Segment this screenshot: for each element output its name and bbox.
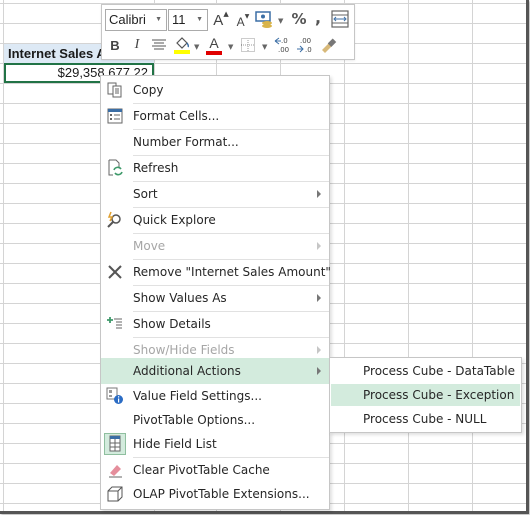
menu-item-label: Remove "Internet Sales Amount" (133, 265, 331, 279)
menu-item-refresh[interactable]: Refresh (101, 155, 329, 181)
font-color-icon: A (209, 34, 219, 51)
font-color-swatch (206, 50, 222, 55)
font-color-button[interactable]: A (206, 35, 222, 55)
menu-item-label: Show Values As (133, 291, 227, 305)
menu-item-label: Move (133, 239, 166, 253)
format-cells-icon (107, 108, 123, 124)
center-align-button[interactable] (151, 36, 167, 54)
submenu-item-process-cube-exception[interactable]: Process Cube - Exception (331, 384, 520, 406)
submenu-item-process-cube-null[interactable]: Process Cube - NULL (331, 408, 520, 430)
submenu-arrow-icon (317, 367, 321, 375)
field-list-icon (104, 433, 126, 455)
column-divider (472, 0, 473, 511)
menu-item-additional-actions[interactable]: Additional Actions (101, 358, 329, 384)
chevron-down-icon: ▼ (196, 16, 203, 23)
menu-item-sort[interactable]: Sort (101, 181, 329, 207)
decrease-font-icon: A (236, 15, 245, 29)
chevron-down-icon[interactable]: ▼ (194, 43, 199, 51)
svg-text:.00: .00 (300, 37, 311, 45)
font-name-value: Calibri (109, 12, 146, 27)
menu-item-label: Value Field Settings... (133, 389, 262, 403)
svg-text:.0: .0 (281, 37, 288, 45)
font-size-dropdown[interactable]: 11 ▼ (168, 9, 208, 31)
italic-button[interactable]: I (129, 36, 145, 54)
menu-item-label: Show Details (133, 317, 211, 331)
additional-actions-submenu: Process Cube - DataTable Process Cube - … (329, 357, 522, 433)
fill-color-button[interactable] (173, 35, 191, 55)
menu-item-olap-pivottable-extensions[interactable]: OLAP PivotTable Extensions... (101, 481, 329, 507)
menu-item-label: Refresh (133, 161, 179, 175)
column-divider (408, 0, 409, 511)
accounting-format-button[interactable] (255, 9, 275, 29)
quick-explore-icon (107, 211, 121, 228)
submenu-arrow-icon (317, 346, 321, 354)
menu-item-remove[interactable]: Remove "Internet Sales Amount" (101, 259, 331, 285)
menu-item-label: Number Format... (133, 135, 239, 149)
menu-item-label: Quick Explore (133, 213, 216, 227)
decrease-decimal-icon: .00 .0 (297, 37, 312, 54)
increase-decimal-icon: .0 .00 (274, 37, 289, 54)
eraser-icon (109, 465, 122, 478)
menu-item-quick-explore[interactable]: Quick Explore (101, 207, 329, 233)
chevron-down-icon[interactable]: ▼ (228, 43, 233, 51)
column-divider (344, 0, 345, 511)
svg-text:.00: .00 (278, 46, 289, 54)
decrease-decimal-button[interactable]: .00 .0 (296, 36, 314, 54)
menu-item-number-format[interactable]: Number Format... (101, 129, 329, 155)
chevron-down-icon: ▼ (155, 16, 162, 23)
chevron-down-icon[interactable]: ▼ (262, 43, 267, 51)
format-painter-icon (322, 38, 337, 53)
menu-item-label: Copy (133, 83, 164, 97)
copy-icon (107, 82, 122, 98)
remove-icon (108, 265, 122, 279)
menu-item-label: Format Cells... (133, 109, 220, 123)
font-name-dropdown[interactable]: Calibri ▼ (105, 9, 167, 31)
submenu-arrow-icon (317, 190, 321, 198)
context-menu: Copy Format Cells... Number Format... Re… (100, 75, 331, 510)
menu-item-format-cells[interactable]: Format Cells... (101, 103, 329, 129)
align-center-icon (152, 39, 166, 50)
menu-item-clear-pivottable-cache[interactable]: Clear PivotTable Cache (101, 457, 329, 483)
increase-font-size-button[interactable]: A ▲ (212, 10, 230, 29)
menu-item-show-details[interactable]: Show Details (101, 311, 329, 337)
increase-decimal-button[interactable]: .0 .00 (274, 36, 292, 54)
menu-item-label: Sort (133, 187, 158, 201)
show-details-icon (107, 317, 122, 329)
format-painter-button[interactable] (320, 36, 338, 54)
menu-item-copy[interactable]: Copy (101, 77, 329, 103)
cube-icon (107, 486, 123, 502)
increase-font-icon: A (213, 11, 224, 29)
menu-item-label: OLAP PivotTable Extensions... (133, 487, 310, 501)
refresh-icon (108, 159, 123, 176)
submenu-arrow-icon (317, 294, 321, 302)
borders-button[interactable] (240, 37, 256, 53)
submenu-item-process-cube-datatable[interactable]: Process Cube - DataTable (331, 360, 520, 382)
accounting-format-icon (255, 11, 272, 28)
comma-style-button[interactable]: , (312, 7, 324, 27)
borders-icon (241, 38, 255, 52)
menu-item-show-values-as[interactable]: Show Values As (101, 285, 329, 311)
chevron-down-icon[interactable]: ▼ (278, 17, 283, 25)
menu-item-hide-field-list[interactable]: Hide Field List (101, 431, 329, 457)
menu-item-label: Hide Field List (133, 437, 217, 451)
menu-item-label: Clear PivotTable Cache (133, 463, 270, 477)
menu-item-pivottable-options[interactable]: PivotTable Options... (101, 407, 329, 433)
menu-item-label: PivotTable Options... (133, 413, 256, 427)
submenu-arrow-icon (317, 242, 321, 250)
menu-item-label: Additional Actions (133, 364, 241, 378)
decrease-font-size-button[interactable]: A ▼ (234, 13, 252, 31)
menu-item-move[interactable]: Move (101, 233, 329, 259)
format-table-button[interactable] (331, 10, 349, 28)
mini-toolbar: Calibri ▼ 11 ▼ A ▲ A ▼ ▼ % , B I ▼ A ▼ ▼… (101, 4, 355, 60)
table-columns-icon (331, 10, 349, 28)
svg-text:.0: .0 (305, 46, 312, 54)
font-size-value: 11 (172, 12, 186, 27)
bold-button[interactable]: B (107, 36, 123, 54)
paint-bucket-icon (174, 37, 190, 54)
value-field-settings-icon (106, 387, 123, 404)
percent-style-button[interactable]: % (290, 9, 308, 29)
menu-item-value-field-settings[interactable]: Value Field Settings... (101, 383, 329, 409)
